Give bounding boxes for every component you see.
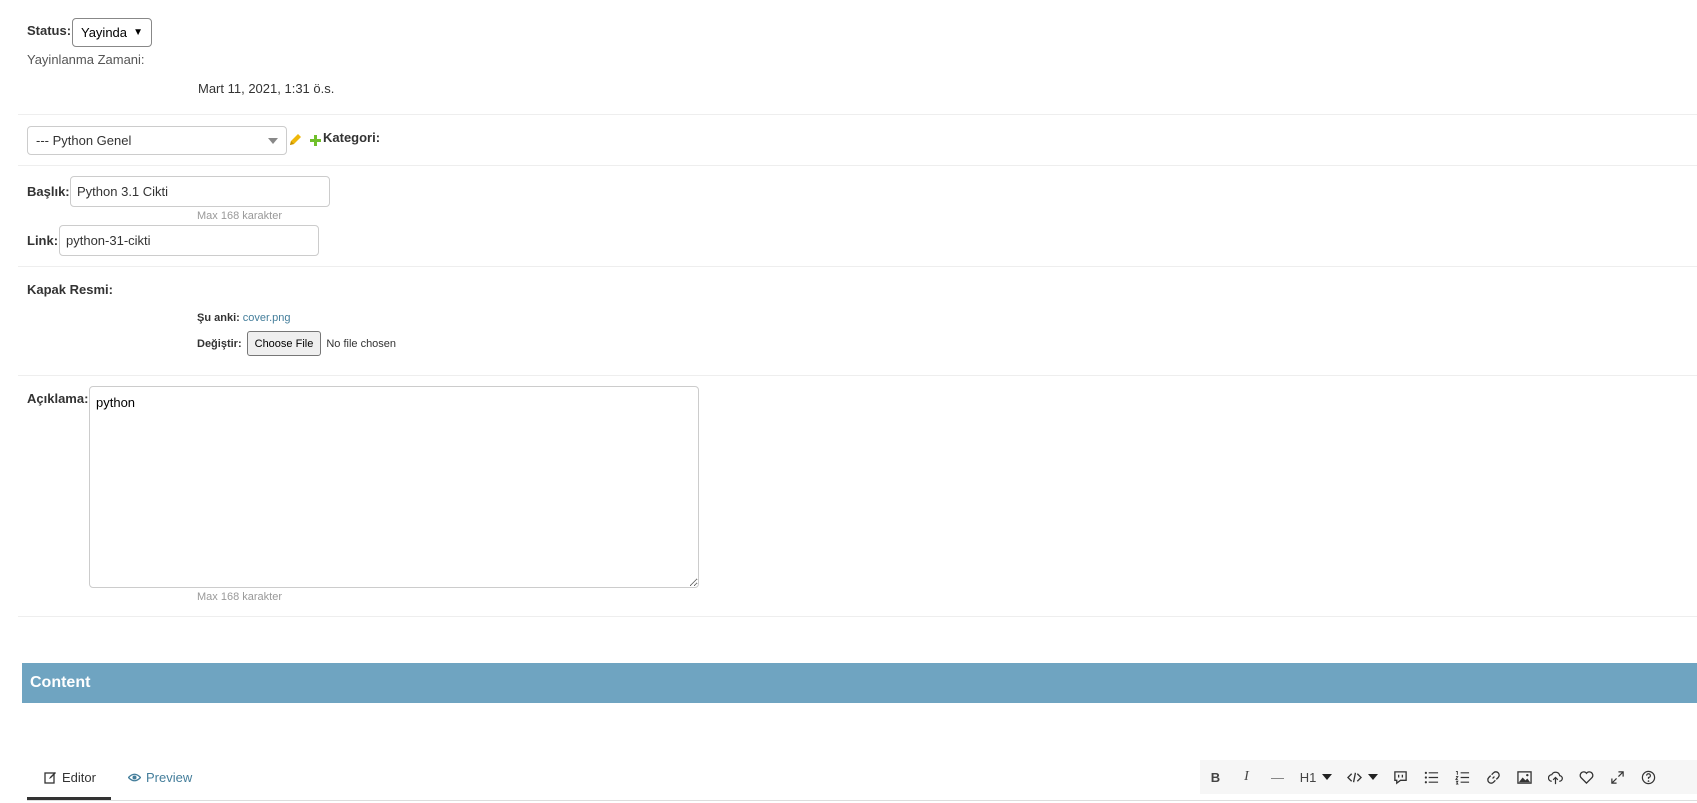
help-icon — [1641, 770, 1656, 784]
bold-icon: B — [1210, 769, 1221, 785]
publish-label: Yayinlanma Zamani: — [27, 52, 145, 67]
description-help-text: Max 168 karakter — [197, 591, 282, 603]
divider — [18, 616, 1697, 617]
image-icon — [1517, 770, 1532, 784]
heart-icon — [1579, 770, 1594, 784]
chevron-down-icon — [1322, 774, 1333, 780]
fullscreen-button[interactable] — [1602, 762, 1633, 792]
chevron-down-icon: ▼ — [133, 27, 143, 38]
current-file-row: Şu anki: cover.png — [197, 312, 291, 324]
divider — [18, 375, 1697, 376]
bullet-list-icon — [1424, 771, 1439, 783]
horizontal-rule-button[interactable]: — — [1262, 762, 1293, 792]
link-label: Link: — [27, 233, 59, 248]
content-header: Content — [22, 663, 1697, 703]
divider — [18, 165, 1697, 166]
divider — [18, 266, 1697, 267]
italic-button[interactable]: I — [1231, 762, 1262, 792]
current-file-label: Şu anki: — [197, 312, 240, 324]
no-file-text: No file chosen — [326, 337, 397, 350]
change-file-label: Değiştir: — [197, 337, 242, 350]
chevron-down-icon — [1367, 774, 1378, 780]
comment-icon — [1394, 770, 1407, 784]
code-icon — [1346, 772, 1362, 782]
expand-icon — [1611, 770, 1624, 784]
tab-preview[interactable]: Preview — [128, 770, 192, 785]
edit-icon — [44, 772, 56, 784]
code-dropdown[interactable] — [1339, 762, 1385, 792]
eye-icon — [128, 773, 141, 782]
numbered-list-button[interactable] — [1447, 762, 1478, 792]
editor-toolbar: B I — H1 — [1200, 760, 1697, 794]
change-file-row: Değiştir: Choose File No file chosen — [197, 331, 396, 356]
category-select[interactable]: --- Python Genel — [27, 126, 287, 155]
link-icon — [1487, 770, 1500, 784]
cover-label: Kapak Resmi: — [27, 282, 113, 297]
upload-button[interactable] — [1540, 762, 1571, 792]
publish-value: Mart 11, 2021, 1:31 ö.s. — [198, 81, 335, 96]
add-icon[interactable] — [310, 134, 321, 149]
heart-button[interactable] — [1571, 762, 1602, 792]
category-selected-value: --- Python Genel — [36, 133, 132, 148]
tabs-divider — [27, 800, 1697, 801]
divider — [18, 114, 1697, 115]
chevron-down-icon — [268, 137, 278, 144]
pencil-icon[interactable] — [289, 133, 302, 149]
comment-button[interactable] — [1385, 762, 1416, 792]
bold-button[interactable]: B — [1200, 762, 1231, 792]
link-input[interactable] — [59, 225, 319, 256]
help-button[interactable] — [1633, 762, 1664, 792]
title-help-text: Max 168 karakter — [197, 210, 282, 222]
image-button[interactable] — [1509, 762, 1540, 792]
description-label: Açıklama: — [27, 391, 89, 406]
italic-icon: I — [1244, 769, 1249, 784]
choose-file-button[interactable]: Choose File — [246, 331, 322, 356]
status-label: Status: — [27, 23, 72, 38]
bullet-list-button[interactable] — [1416, 762, 1447, 792]
description-textarea[interactable]: python — [89, 386, 699, 588]
numbered-list-icon — [1455, 770, 1470, 785]
tab-editor-label: Editor — [62, 770, 96, 785]
cloud-upload-icon — [1548, 771, 1563, 784]
category-label: Kategori: — [323, 130, 381, 145]
horizontal-rule-icon: — — [1271, 769, 1284, 785]
title-input[interactable] — [70, 176, 330, 207]
current-file-link[interactable]: cover.png — [243, 312, 291, 324]
tab-preview-label: Preview — [146, 770, 193, 785]
tab-editor[interactable]: Editor — [44, 770, 96, 785]
heading-dropdown[interactable]: H1 — [1293, 762, 1339, 792]
link-button[interactable] — [1478, 762, 1509, 792]
content-title: Content — [30, 674, 91, 691]
status-selected-value: Yayinda — [81, 25, 128, 40]
title-label: Başlık: — [27, 184, 70, 199]
status-select[interactable]: Yayinda ▼ — [72, 18, 152, 47]
heading-label: H1 — [1299, 769, 1317, 785]
